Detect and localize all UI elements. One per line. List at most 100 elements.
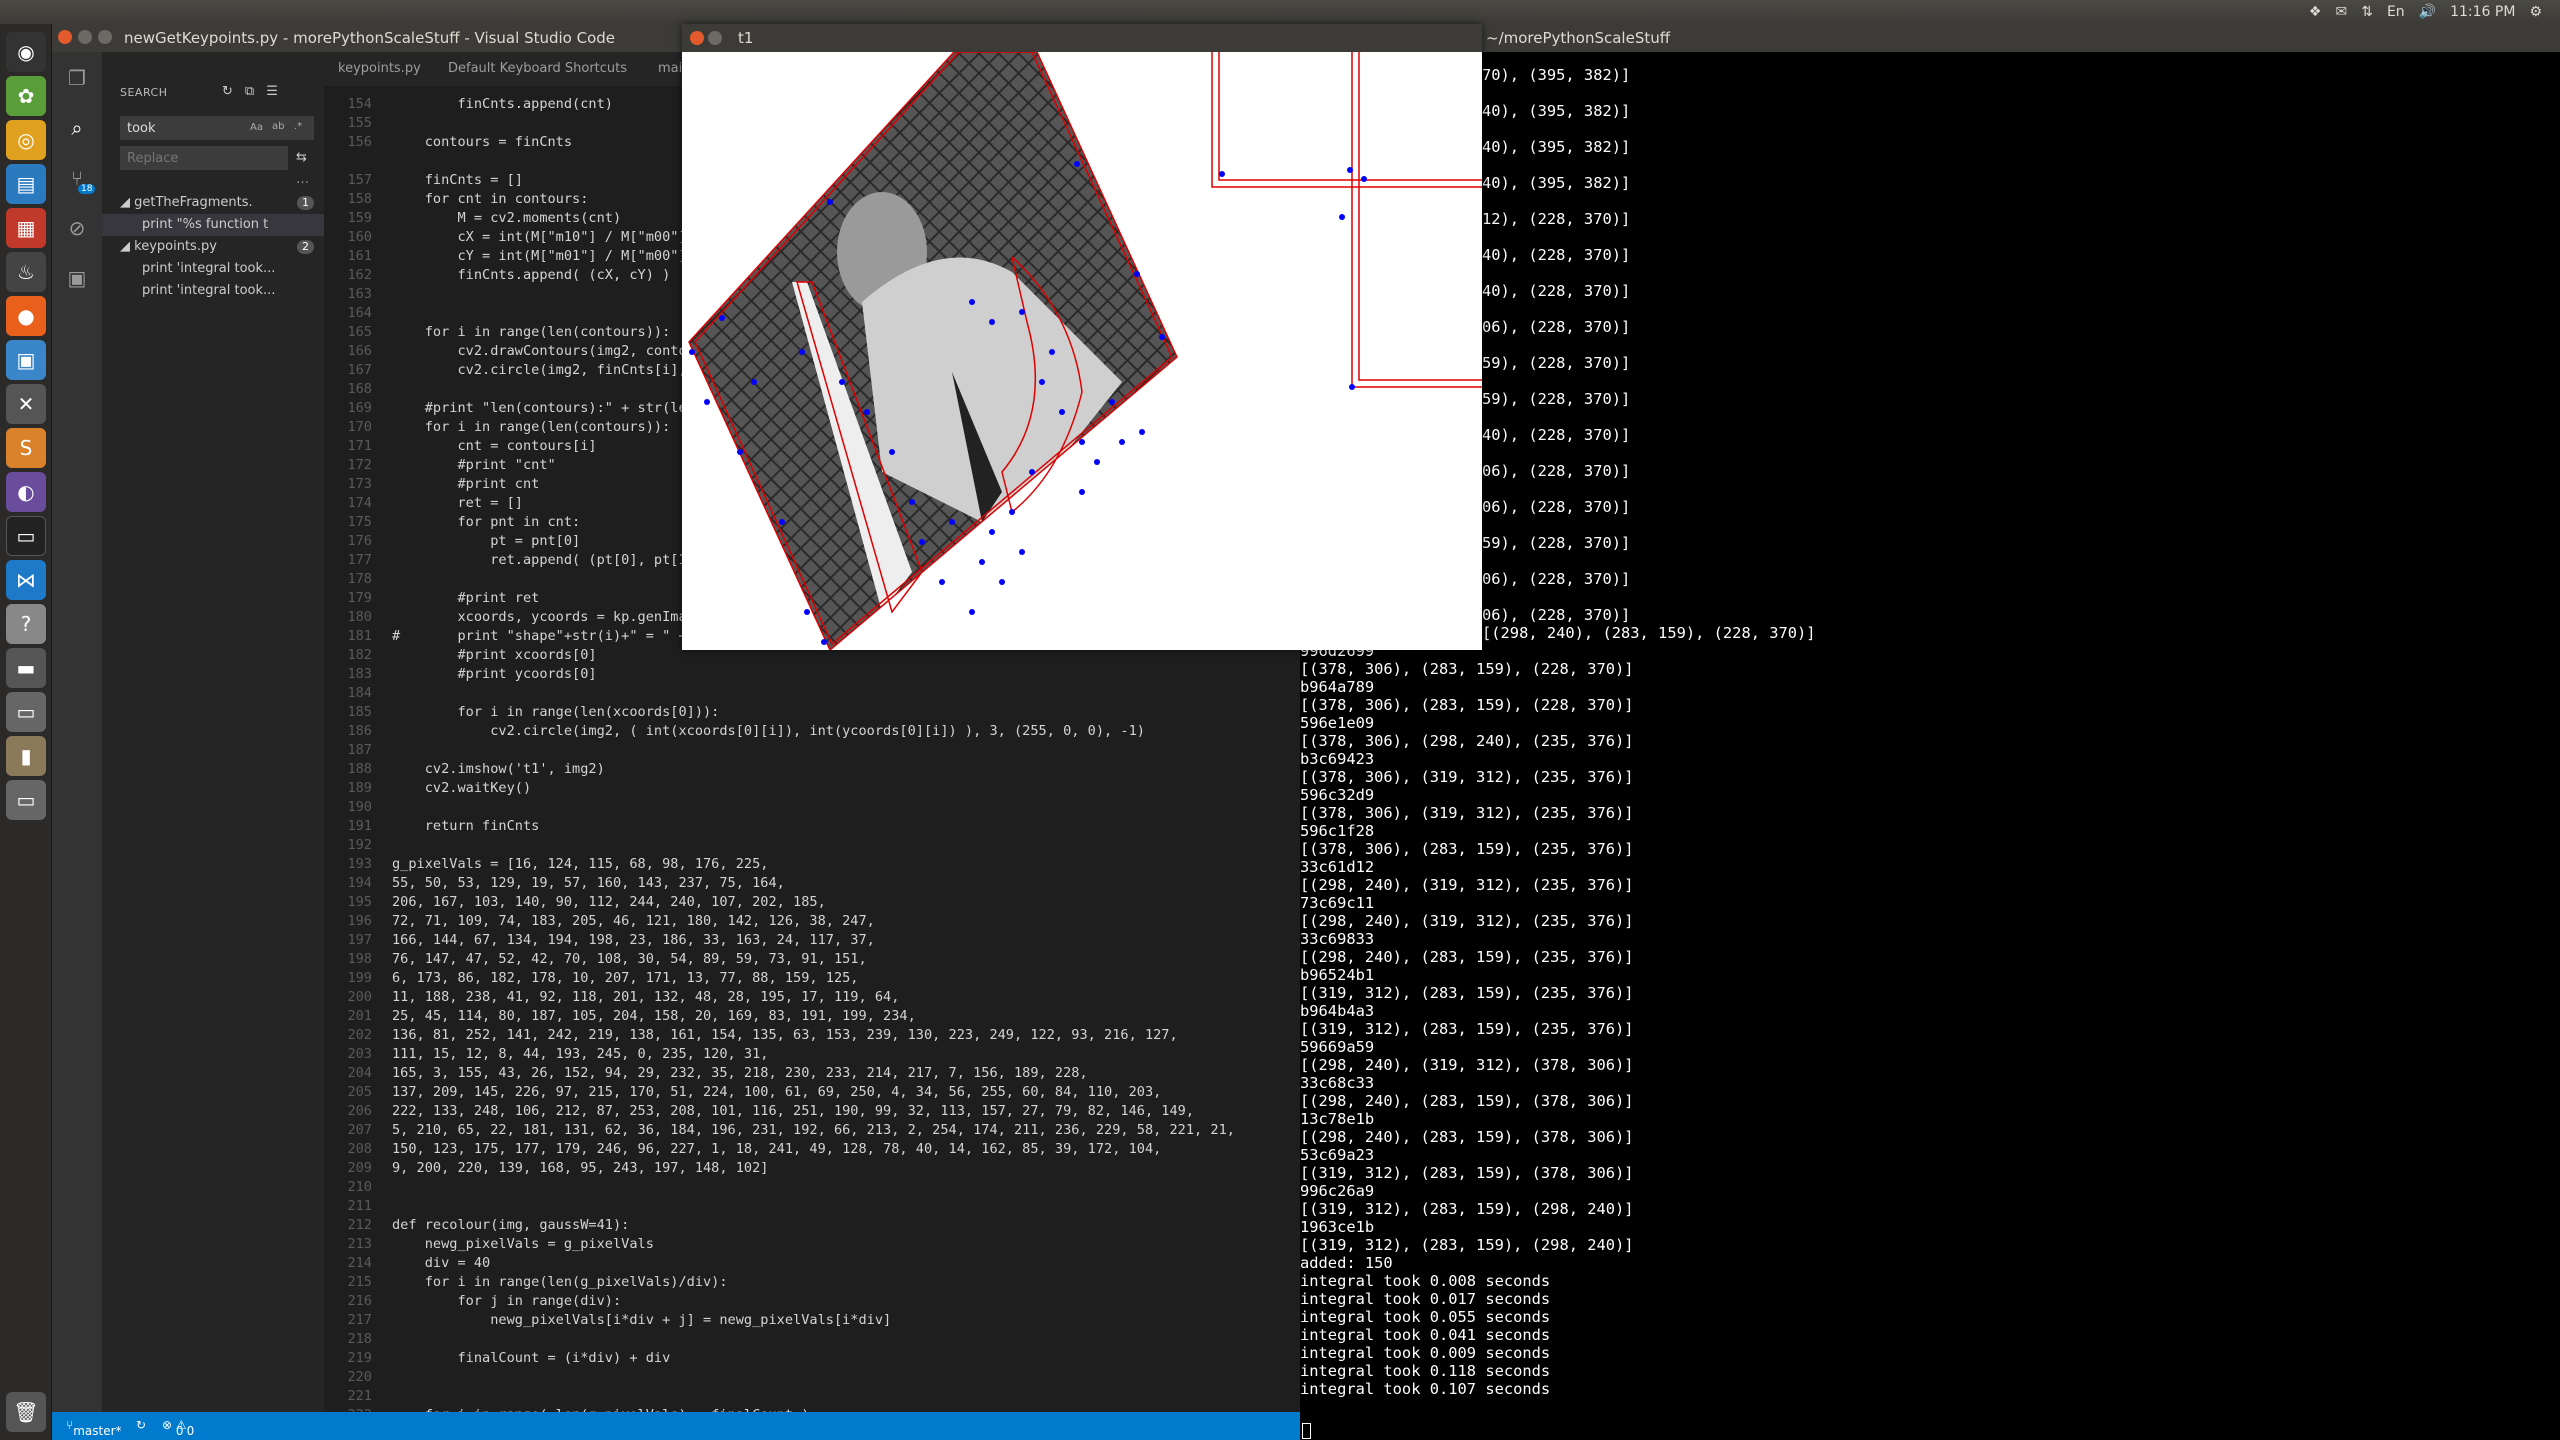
code-line: cv2.imshow('t1', img2): [392, 761, 605, 777]
folder-icon[interactable]: ▮: [6, 736, 46, 776]
line-number: 183: [347, 666, 372, 682]
trash-icon[interactable]: 🗑: [6, 1392, 46, 1432]
drive-icon[interactable]: ▬: [6, 648, 46, 688]
desktop: { "top_bar": {"time": "11:16 PM"}, "vsco…: [0, 0, 2560, 1440]
vscode-icon[interactable]: ⋈: [6, 560, 46, 600]
sublime-icon[interactable]: S: [6, 428, 46, 468]
dropbox-icon[interactable]: ❖: [2309, 4, 2322, 20]
close-button[interactable]: [58, 30, 72, 44]
result-file-keypoints[interactable]: ◢ keypoints.py 2: [102, 236, 324, 258]
volume-icon[interactable]: 🔊: [2419, 4, 2436, 20]
extensions-icon[interactable]: ▣: [62, 266, 92, 296]
regex-icon[interactable]: .*: [294, 121, 302, 132]
terminal-line: [(319, 312), (283, 159), (235, 376)]: [1300, 984, 1634, 1002]
tab-keypoints[interactable]: keypoints.py: [324, 52, 435, 86]
app-icon-blue[interactable]: ▣: [6, 340, 46, 380]
whole-word-icon[interactable]: ab: [272, 121, 284, 132]
chrome-icon[interactable]: ◎: [6, 120, 46, 160]
image-window-titlebar: t1: [682, 24, 1482, 52]
search-header: SEARCH: [120, 86, 168, 99]
result-file-gettheframents[interactable]: ◢ getTheFragments. 1: [102, 192, 324, 214]
replace-input[interactable]: [120, 146, 288, 170]
tab-keyboard-shortcuts[interactable]: Default Keyboard Shortcuts: [434, 52, 641, 86]
terminal-line: 40), (395, 382)]: [1482, 138, 1631, 156]
terminal-line: 06), (228, 370)]: [1482, 498, 1631, 516]
git-branch[interactable]: ⑂ master*: [66, 1418, 122, 1438]
line-number: 164: [347, 305, 372, 321]
minimize-button[interactable]: [708, 31, 722, 45]
dash-home-icon[interactable]: ◉: [6, 32, 46, 72]
maximize-button[interactable]: [98, 30, 112, 44]
terminal-line: [(378, 306), (319, 312), (235, 376)]: [1300, 768, 1634, 786]
tools-icon[interactable]: ✕: [6, 384, 46, 424]
eclipse-icon[interactable]: ◐: [6, 472, 46, 512]
search-input[interactable]: [120, 116, 314, 140]
power-gear-icon[interactable]: ⚙: [2529, 4, 2542, 20]
result-match[interactable]: print "%s function t: [102, 214, 324, 236]
refresh-icon[interactable]: ↻: [222, 84, 233, 99]
line-number: 160: [347, 229, 372, 245]
close-button[interactable]: [690, 31, 704, 45]
sync-icon[interactable]: ↻: [136, 1418, 146, 1432]
result-match[interactable]: print 'integral took...: [102, 280, 324, 302]
terminal-line: [(319, 312), (283, 159), (298, 240)]: [1300, 1236, 1634, 1254]
line-number: 184: [347, 685, 372, 701]
terminal-line: 73c69c11: [1300, 894, 1375, 912]
line-number: 196: [347, 913, 372, 929]
line-number: 204: [347, 1065, 372, 1081]
code-line: #print "len(contours):" + str(len(con: [392, 400, 728, 416]
steam-icon[interactable]: ♨: [6, 252, 46, 292]
code-line: cX = int(M["m10"] / M["m00"]): [392, 229, 695, 245]
match-case-toggle[interactable]: Aa: [250, 122, 263, 133]
disk-icon[interactable]: ▭: [6, 692, 46, 732]
code-line: 55, 50, 53, 129, 19, 57, 160, 143, 237, …: [392, 875, 785, 891]
line-number: 215: [347, 1274, 372, 1290]
terminal-icon[interactable]: ▭: [6, 516, 46, 556]
terminal-output[interactable]: 70), (395, 382)] 40), (395, 382)] 40), (39…: [1300, 66, 2560, 1398]
problems-indicator[interactable]: ⊗ 0 ⚠ 0: [162, 1418, 194, 1438]
more-options-icon[interactable]: …: [296, 172, 309, 187]
clock[interactable]: 11:16 PM: [2450, 4, 2515, 20]
git-badge: 18: [78, 184, 96, 194]
launcher: ◉ ✿ ◎ ▤ ▦ ♨ ● ▣ ✕ S ◐ ▭ ⋈ ? ▬ ▭ ▮ ▭ 🗑: [0, 24, 52, 1440]
result-match[interactable]: print 'integral took...: [102, 258, 324, 280]
activity-bar: ❐ ⌕ ⑂ 18 ⊘ ▣: [52, 52, 102, 1412]
code-line: 25, 45, 114, 80, 187, 105, 204, 158, 20,…: [392, 1008, 916, 1024]
firefox-icon[interactable]: ●: [6, 296, 46, 336]
help-icon[interactable]: ?: [6, 604, 46, 644]
git-icon[interactable]: ⑂ 18: [62, 166, 96, 196]
disk-icon-2[interactable]: ▭: [6, 780, 46, 820]
search-icon[interactable]: ⌕: [62, 116, 92, 146]
terminal-window: ~/morePythonScaleStuff 70), (395, 382)] 4…: [1300, 24, 2560, 1440]
clear-results-icon[interactable]: ⧉: [245, 84, 254, 99]
files-icon[interactable]: ▤: [6, 164, 46, 204]
search-panel: SEARCH ↻ ⧉ ☰ Aa ab .* ⇆ … ◢ getTheFragme…: [102, 52, 324, 1412]
replace-all-icon[interactable]: ⇆: [296, 150, 307, 165]
code-line: 6, 173, 86, 182, 178, 10, 207, 171, 13, …: [392, 970, 859, 986]
line-number: 210: [347, 1179, 372, 1195]
explorer-icon[interactable]: ❐: [62, 66, 92, 96]
code-line: 222, 133, 248, 106, 212, 87, 253, 208, 1…: [392, 1103, 1195, 1119]
chat-icon[interactable]: ✉: [2335, 4, 2347, 20]
line-number: 179: [347, 590, 372, 606]
terminal-line: b96524b1: [1300, 966, 1375, 984]
debug-icon[interactable]: ⊘: [62, 216, 92, 246]
terminal-line: 996c26a9: [1300, 1182, 1375, 1200]
keyboard-icon[interactable]: En: [2387, 4, 2405, 20]
code-line: ret = []: [392, 495, 523, 511]
line-number: 199: [347, 970, 372, 986]
line-number: 205: [347, 1084, 372, 1100]
network-icon[interactable]: ⇅: [2361, 4, 2373, 20]
line-number: 166: [347, 343, 372, 359]
terminal-title: ~/morePythonScaleStuff: [1486, 29, 1671, 47]
app-icon-green[interactable]: ✿: [6, 76, 46, 116]
terminal-line: [(298, 240), (283, 159), (235, 376)]: [1300, 948, 1634, 966]
collapse-all-icon[interactable]: ☰: [266, 84, 278, 99]
terminal-cursor: [1302, 1423, 1311, 1439]
code-line: cv2.circle(img2, finCnts[i], 3, (: [392, 362, 728, 378]
minimize-button[interactable]: [78, 30, 92, 44]
app-icon-red[interactable]: ▦: [6, 208, 46, 248]
code-line: finCnts.append(cnt): [392, 96, 613, 112]
